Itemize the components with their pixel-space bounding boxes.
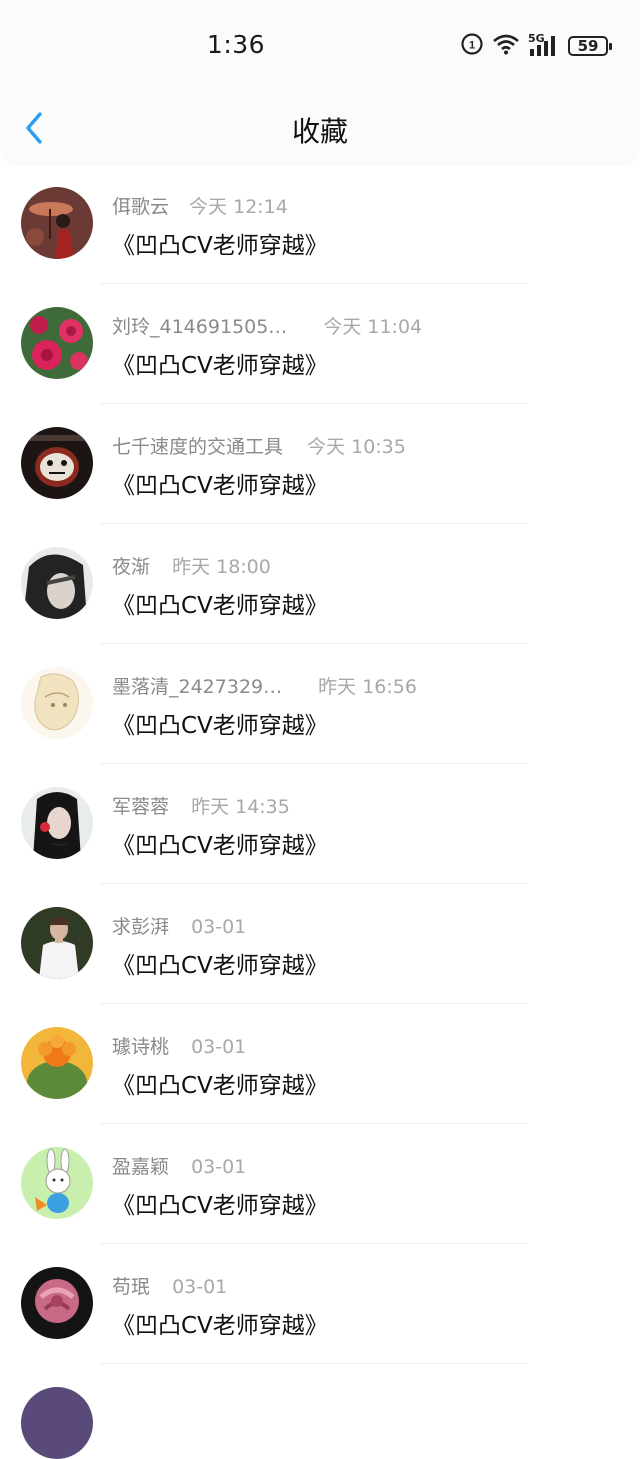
avatar[interactable]	[21, 547, 93, 619]
timestamp: 今天 12:14	[189, 196, 288, 218]
item-meta: 苟珉 03-01	[112, 1272, 227, 1299]
page-title: 收藏	[291, 115, 348, 148]
item-title[interactable]: 《凹凸CV老师穿越》	[112, 1186, 328, 1220]
list-item[interactable]: 求彭湃 03-01 《凹凸CV老师穿越》	[0, 884, 640, 1004]
avatar[interactable]	[21, 907, 93, 979]
list-item[interactable]: 七千速度的交通工具 今天 10:35 《凹凸CV老师穿越》	[0, 404, 640, 524]
item-title[interactable]: 《凹凸CV老师穿越》	[112, 1306, 328, 1340]
list-item[interactable]: 盈嘉颖 03-01 《凹凸CV老师穿越》	[0, 1124, 640, 1244]
signal-icon: 5G	[528, 32, 560, 58]
user-name[interactable]: 军蓉蓉	[112, 792, 169, 819]
avatar[interactable]	[21, 787, 93, 859]
user-name[interactable]: 刘玲_414691505…	[112, 312, 287, 339]
timestamp: 昨天 18:00	[172, 556, 271, 578]
item-meta: 璩诗桃 03-01	[112, 1032, 246, 1059]
list-item[interactable]: 军蓉蓉 昨天 14:35 《凹凸CV老师穿越》	[0, 764, 640, 884]
item-title[interactable]: 《凹凸CV老师穿越》	[112, 946, 328, 980]
timestamp: 昨天 16:56	[318, 676, 417, 698]
item-meta: 七千速度的交通工具 今天 10:35	[112, 432, 406, 459]
item-title[interactable]: 《凹凸CV老师穿越》	[112, 586, 328, 620]
hd-call-icon: 1	[460, 32, 484, 60]
item-title[interactable]: 《凹凸CV老师穿越》	[112, 826, 328, 860]
item-meta: 求彭湃 03-01	[112, 912, 246, 939]
avatar[interactable]	[21, 187, 93, 259]
item-title[interactable]: 《凹凸CV老师穿越》	[112, 466, 328, 500]
avatar[interactable]	[21, 667, 93, 739]
timestamp: 今天 10:35	[307, 436, 406, 458]
favorites-list: 佴歌云 今天 12:14 《凹凸CV老师穿越》 刘玲_414691505… 今天…	[0, 164, 640, 1459]
item-meta: 夜渐 昨天 18:00	[112, 552, 271, 579]
status-icons: 1 5G 59	[452, 32, 612, 60]
top-bar: 1:36 1 5G 59 收藏	[0, 0, 640, 164]
user-name[interactable]: 盈嘉颖	[112, 1152, 169, 1179]
item-meta: 佴歌云 今天 12:14	[112, 192, 288, 219]
avatar[interactable]	[21, 1267, 93, 1339]
user-name[interactable]: 苟珉	[112, 1272, 150, 1299]
user-name[interactable]: 七千速度的交通工具	[112, 432, 283, 459]
item-title[interactable]: 《凹凸CV老师穿越》	[112, 706, 328, 740]
user-name[interactable]: 求彭湃	[112, 912, 169, 939]
avatar[interactable]	[21, 307, 93, 379]
timestamp: 03-01	[172, 1276, 228, 1298]
avatar[interactable]	[21, 427, 93, 499]
item-meta: 军蓉蓉 昨天 14:35	[112, 792, 290, 819]
status-time: 1:36	[206, 30, 266, 59]
avatar[interactable]	[21, 1147, 93, 1219]
timestamp: 昨天 14:35	[191, 796, 290, 818]
user-name[interactable]: 墨落清_2427329…	[112, 672, 282, 699]
timestamp: 03-01	[191, 1156, 247, 1178]
list-item[interactable]: 璩诗桃 03-01 《凹凸CV老师穿越》	[0, 1004, 640, 1124]
user-name[interactable]: 夜渐	[112, 552, 150, 579]
list-item[interactable]: 佴歌云 今天 12:14 《凹凸CV老师穿越》	[0, 164, 640, 284]
item-meta: 刘玲_414691505… 今天 11:04	[112, 312, 422, 339]
list-item[interactable]: 刘玲_414691505… 今天 11:04 《凹凸CV老师穿越》	[0, 284, 640, 404]
list-item[interactable]	[0, 1364, 640, 1459]
user-name[interactable]: 佴歌云	[112, 192, 169, 219]
item-title[interactable]: 《凹凸CV老师穿越》	[112, 1066, 328, 1100]
avatar[interactable]	[21, 1387, 93, 1459]
user-name[interactable]: 璩诗桃	[112, 1032, 169, 1059]
item-title[interactable]: 《凹凸CV老师穿越》	[112, 226, 328, 260]
battery-indicator: 59	[568, 36, 612, 56]
item-title[interactable]: 《凹凸CV老师穿越》	[112, 346, 328, 380]
item-meta: 盈嘉颖 03-01	[112, 1152, 246, 1179]
list-item[interactable]: 墨落清_2427329… 昨天 16:56 《凹凸CV老师穿越》	[0, 644, 640, 764]
item-meta: 墨落清_2427329… 昨天 16:56	[112, 672, 417, 699]
list-item[interactable]: 夜渐 昨天 18:00 《凹凸CV老师穿越》	[0, 524, 640, 644]
svg-text:1: 1	[469, 40, 475, 52]
avatar[interactable]	[21, 1027, 93, 1099]
wifi-icon	[492, 33, 520, 59]
list-item[interactable]: 苟珉 03-01 《凹凸CV老师穿越》	[0, 1244, 640, 1364]
timestamp: 03-01	[191, 1036, 247, 1058]
timestamp: 03-01	[191, 916, 247, 938]
timestamp: 今天 11:04	[323, 316, 423, 338]
